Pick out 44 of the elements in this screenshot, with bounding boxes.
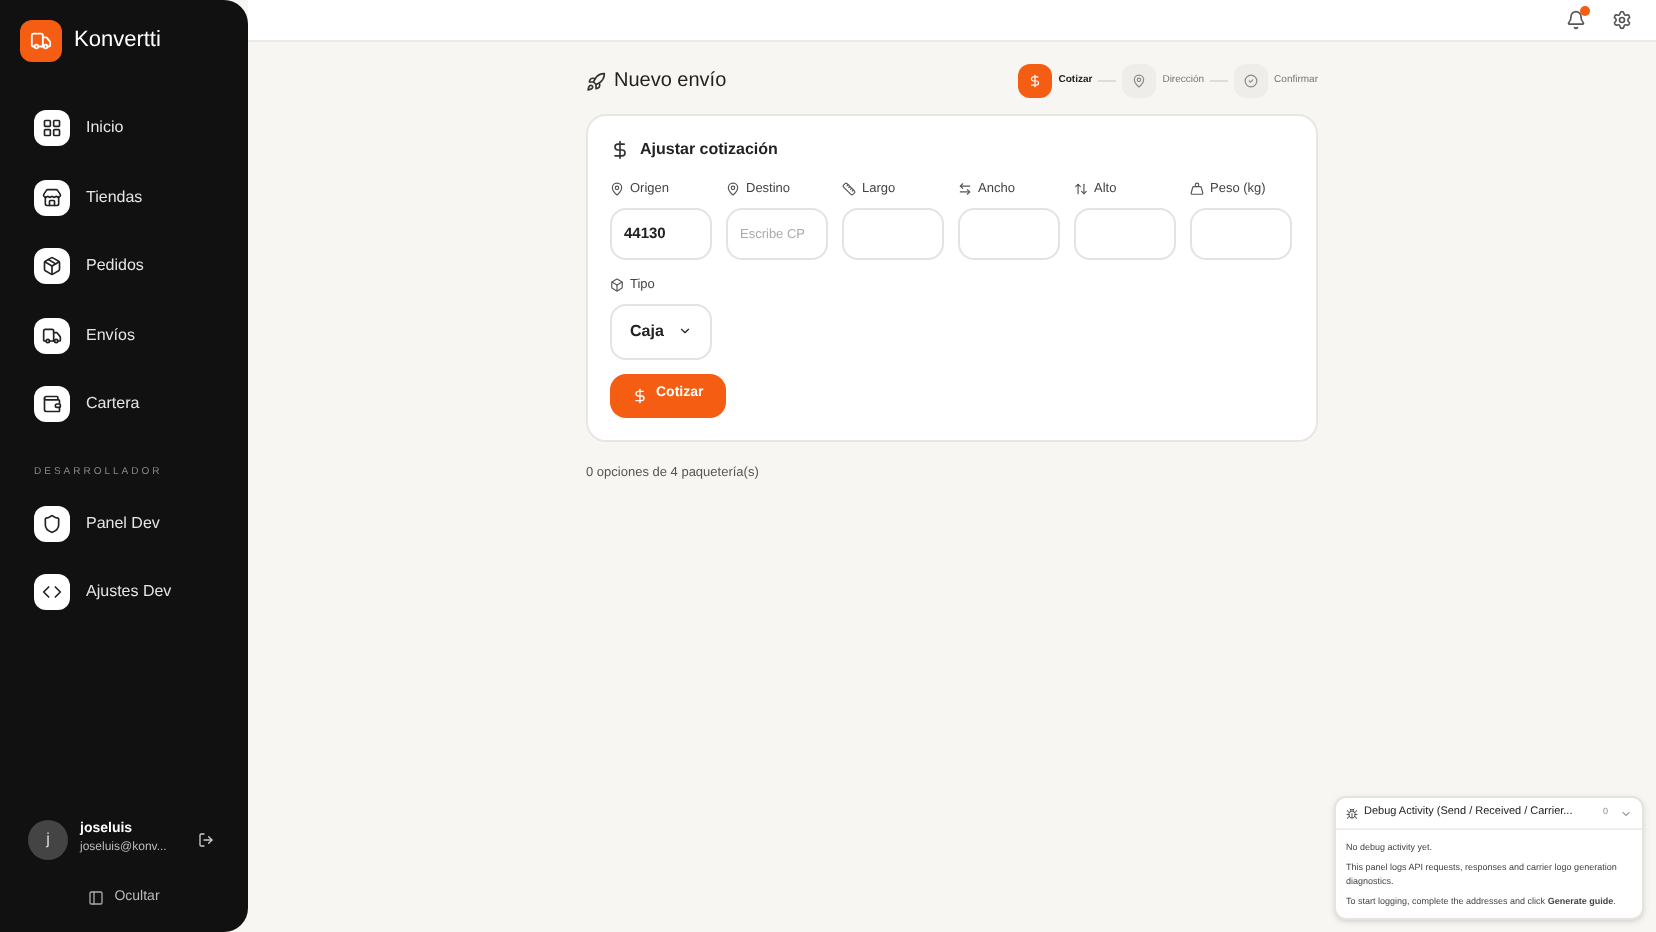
field-icon: [1074, 182, 1088, 197]
nav-item[interactable]: Panel Dev: [4, 493, 244, 553]
nav-icon: [42, 256, 62, 276]
field-icon: [610, 278, 624, 293]
nav-icon: [42, 187, 62, 207]
nav-item[interactable]: Tiendas: [4, 167, 244, 227]
field-icon: [1190, 182, 1204, 197]
notification-button[interactable]: [1566, 10, 1586, 30]
step-icon: [1244, 74, 1259, 88]
brand-name: Konvertti: [74, 26, 161, 57]
nav-icon: [42, 325, 62, 345]
logo-icon: [20, 20, 62, 62]
caret-icon: [678, 324, 692, 338]
field-icon: [842, 182, 856, 197]
bug-icon: [1346, 807, 1358, 819]
sidebar-icon: [88, 889, 105, 906]
nav-item[interactable]: Inicio: [4, 98, 244, 158]
settings-icon[interactable]: [1612, 10, 1632, 30]
rocket-icon: [586, 71, 606, 91]
nav-icon: [42, 118, 62, 138]
dollar-icon: [610, 140, 630, 160]
input-field[interactable]: [842, 207, 944, 260]
page-title: Nuevo envío: [614, 68, 727, 96]
nav-icon: [42, 582, 62, 602]
input-field[interactable]: [958, 207, 1060, 260]
avatar: j: [28, 819, 68, 859]
nav-icon: [42, 513, 62, 533]
field-icon: [958, 182, 972, 197]
dollar-icon: [632, 387, 648, 403]
nav-item[interactable]: Ajustes Dev: [4, 562, 244, 622]
select-field[interactable]: Caja: [610, 303, 712, 359]
nav-item[interactable]: Pedidos: [4, 236, 244, 296]
field-icon: [726, 182, 740, 197]
nav-icon: [42, 394, 62, 414]
input-field[interactable]: [1074, 207, 1176, 260]
step-icon: [1132, 74, 1147, 88]
step-icon: [1028, 74, 1043, 88]
collapse-icon[interactable]: [1620, 807, 1632, 819]
card-title: Ajustar cotización: [640, 138, 778, 162]
field-icon: [610, 182, 624, 197]
nav-item[interactable]: Envíos: [4, 305, 244, 365]
input-field[interactable]: [1190, 207, 1292, 260]
logout-icon[interactable]: [198, 831, 214, 847]
nav-item[interactable]: Cartera: [4, 374, 244, 434]
